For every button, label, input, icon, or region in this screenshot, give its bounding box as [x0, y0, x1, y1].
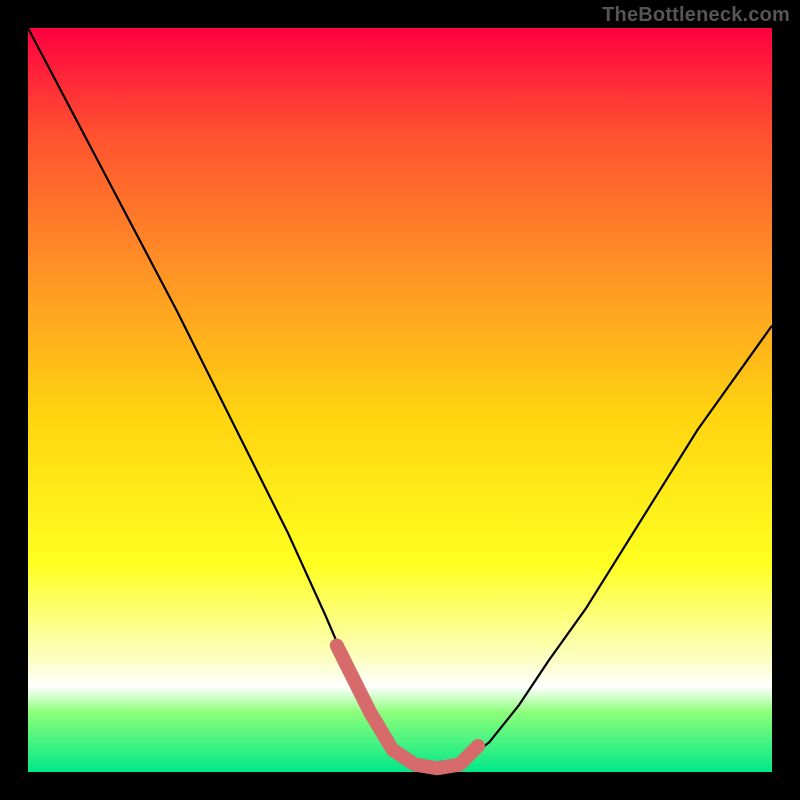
- chart-container: TheBottleneck.com: [0, 0, 800, 800]
- plot-area: [28, 28, 772, 772]
- bottleneck-chart: [0, 0, 800, 800]
- watermark-text: TheBottleneck.com: [602, 4, 790, 27]
